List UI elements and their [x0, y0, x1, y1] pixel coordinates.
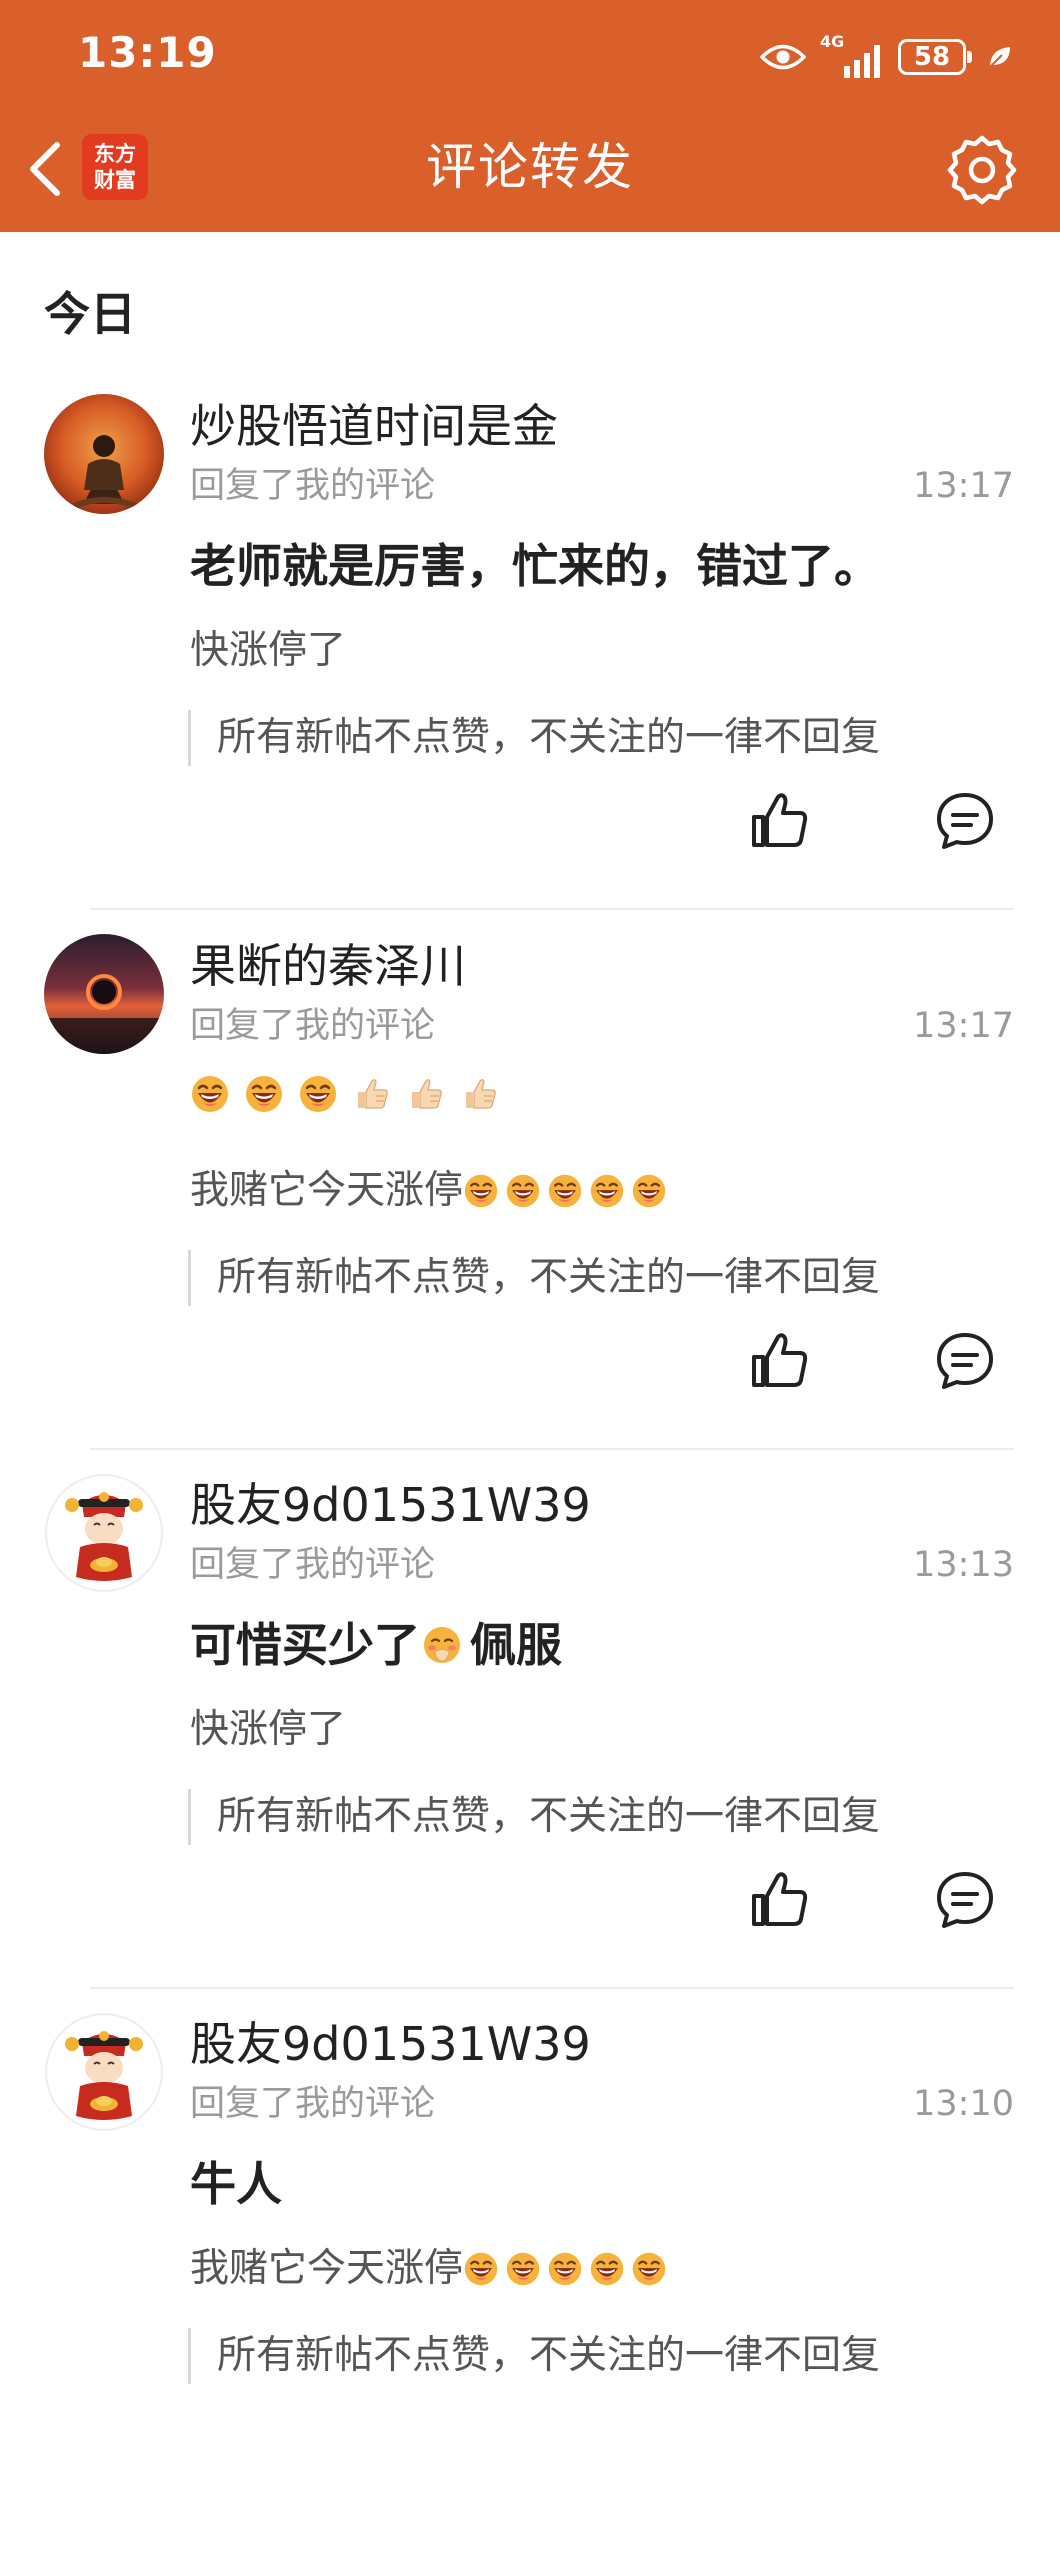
meta-label: 回复了我的评论 [190, 2084, 436, 2124]
avatar[interactable] [44, 934, 164, 1054]
my-comment-text: 我赌它今天涨停 [190, 1168, 464, 1213]
signal-icon: 4G [820, 32, 884, 78]
my-comment[interactable]: 快涨停了 [190, 1705, 346, 1755]
laugh-emoji [631, 2251, 667, 2287]
reply-text[interactable]: 牛人 [190, 2152, 282, 2216]
laugh-emoji [463, 1173, 499, 1209]
network-type: 4G [820, 32, 845, 51]
nav-bar: 东方 财富 评论转发 [0, 110, 1060, 232]
quoted-post[interactable]: 所有新帖不点赞，不关注的一律不回复 [188, 1789, 880, 1845]
quoted-post[interactable]: 所有新帖不点赞，不关注的一律不回复 [188, 1250, 880, 1306]
laugh-emoji [547, 1173, 583, 1209]
thumbs-up-emoji [406, 1074, 446, 1114]
comment-button[interactable] [934, 1869, 996, 1931]
page-title: 评论转发 [426, 138, 634, 196]
laugh-emoji [244, 1074, 284, 1114]
laugh-emoji [547, 2251, 583, 2287]
laugh-emoji [463, 2251, 499, 2287]
leaf-icon [989, 47, 1010, 68]
laugh-emoji [298, 1074, 338, 1114]
like-button[interactable] [748, 1868, 812, 1932]
laugh-emoji [190, 1074, 230, 1114]
laugh-emoji [589, 1173, 625, 1209]
like-button[interactable] [748, 1329, 812, 1393]
fortune-god-avatar [44, 1473, 164, 1593]
meta-label: 回复了我的评论 [190, 466, 436, 506]
reply-text[interactable]: 老师就是厉害，忙来的，错过了。 [190, 534, 880, 598]
laugh-emoji [505, 1173, 541, 1209]
timestamp: 13:17 [913, 1006, 1014, 1046]
my-comment[interactable]: 我赌它今天涨停 [190, 1166, 673, 1216]
settings-button[interactable] [944, 132, 1020, 208]
reply-text-after: 佩服 [470, 1618, 562, 1672]
username[interactable]: 股友9d01531W39 [190, 2016, 591, 2072]
eclipse-avatar [44, 934, 164, 1054]
notification-item[interactable]: 股友9d01531W39 回复了我的评论 13:10 牛人 我赌它今天涨停 所有… [0, 2012, 1060, 2552]
reply-text[interactable]: 可惜买少了 佩服 [190, 1613, 562, 1677]
laugh-emoji [631, 1173, 667, 1209]
username[interactable]: 炒股悟道时间是金 [190, 398, 558, 454]
avatar[interactable] [44, 2012, 164, 2132]
comment-button[interactable] [934, 1330, 996, 1392]
username[interactable]: 果断的秦泽川 [190, 938, 466, 994]
section-header: 今日 [44, 287, 136, 341]
gear-icon [947, 135, 1017, 205]
status-bar: 13:19 4G 58 [0, 0, 1060, 110]
meta-label: 回复了我的评论 [190, 1006, 436, 1046]
fortune-god-avatar [44, 2012, 164, 2132]
my-comment-text: 我赌它今天涨停 [190, 2246, 464, 2291]
timestamp: 13:10 [913, 2084, 1014, 2124]
notification-item[interactable]: 炒股悟道时间是金 回复了我的评论 13:17 老师就是厉害，忙来的，错过了。 快… [0, 394, 1060, 934]
notification-item[interactable]: 股友9d01531W39 回复了我的评论 13:13 可惜买少了 佩服 快涨停了… [0, 1473, 1060, 2013]
shy-emoji [422, 1625, 462, 1665]
quoted-post[interactable]: 所有新帖不点赞，不关注的一律不回复 [188, 710, 880, 766]
avatar[interactable] [44, 1473, 164, 1593]
laugh-emoji [505, 2251, 541, 2287]
status-icons: 4G 58 [760, 32, 1014, 82]
eye-icon [760, 44, 806, 70]
laugh-emoji [589, 2251, 625, 2287]
meta-label: 回复了我的评论 [190, 1545, 436, 1585]
status-time: 13:19 [78, 28, 217, 77]
timestamp: 13:13 [913, 1545, 1014, 1585]
divider [90, 908, 1014, 910]
app-header: 13:19 4G 58 东方 财富 评论转发 [0, 0, 1060, 232]
notification-item[interactable]: 果断的秦泽川 回复了我的评论 13:17 我赌它今天涨停 所有新帖不点赞，不关注… [0, 934, 1060, 1474]
timestamp: 13:17 [913, 466, 1014, 506]
my-comment[interactable]: 快涨停了 [190, 626, 346, 676]
thumbs-up-emoji [460, 1074, 500, 1114]
comment-button[interactable] [934, 790, 996, 852]
battery-level: 58 [913, 42, 951, 72]
username[interactable]: 股友9d01531W39 [190, 1477, 591, 1533]
divider [90, 1987, 1014, 1989]
reply-text[interactable] [190, 1074, 508, 1114]
my-comment[interactable]: 我赌它今天涨停 [190, 2244, 673, 2294]
thumbs-up-emoji [352, 1074, 392, 1114]
reply-text-before: 可惜买少了 [190, 1618, 420, 1672]
divider [90, 1448, 1014, 1450]
painting-avatar [44, 394, 164, 514]
avatar[interactable] [44, 394, 164, 514]
like-button[interactable] [748, 789, 812, 853]
battery-icon: 58 [898, 39, 972, 75]
